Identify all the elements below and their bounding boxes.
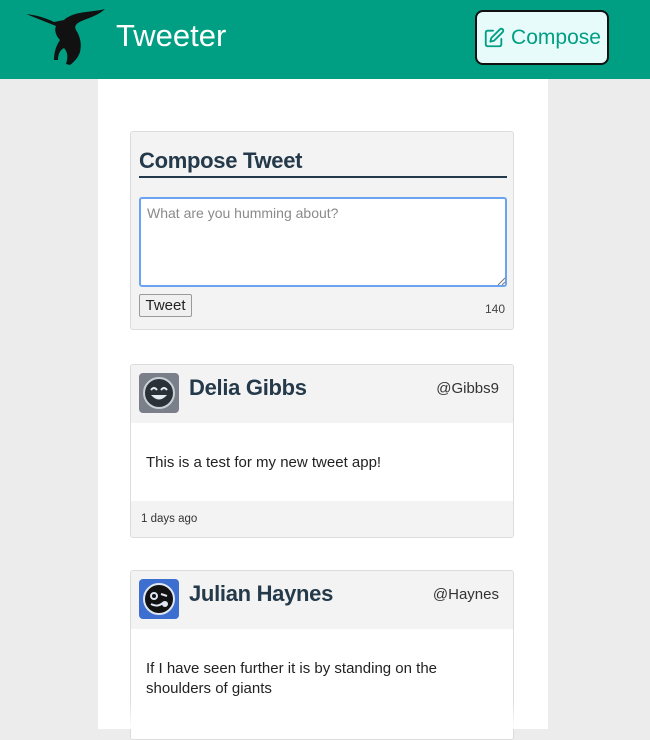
top-nav: Tweeter Compose	[0, 0, 650, 79]
tweet-author-name: Julian Haynes	[189, 581, 334, 606]
winking-face-avatar	[139, 579, 179, 619]
tweet-footer: 1 days ago	[131, 501, 513, 537]
tweet-text: If I have seen further it is by standing…	[146, 660, 438, 697]
compose-title: Compose Tweet	[139, 148, 507, 178]
resize-grip-icon[interactable]	[496, 276, 506, 286]
main-column: Compose Tweet Tweet 140 Delia Gibbs @Gib…	[98, 79, 548, 740]
tweet-header: Julian Haynes @Haynes	[131, 571, 513, 629]
compose-panel: Compose Tweet Tweet 140	[130, 131, 514, 330]
tweet-author-name: Delia Gibbs	[189, 375, 307, 400]
smiling-face-avatar	[139, 373, 179, 413]
character-counter: 140	[484, 302, 505, 316]
compose-button[interactable]: Compose	[475, 10, 609, 65]
tweet-card: Delia Gibbs @Gibbs9 This is a test for m…	[130, 364, 514, 538]
tweet-textarea[interactable]	[139, 197, 507, 287]
tweet-author-handle: @Haynes	[432, 586, 499, 603]
app-title: Tweeter	[116, 18, 227, 53]
tweet-text: This is a test for my new tweet app!	[146, 454, 382, 471]
hummingbird-icon[interactable]	[24, 6, 108, 66]
bottom-fade	[98, 700, 548, 729]
tweet-submit-button[interactable]: Tweet	[139, 294, 192, 317]
tweet-header: Delia Gibbs @Gibbs9	[131, 365, 513, 423]
tweet-author-handle: @Gibbs9	[436, 380, 499, 397]
edit-icon	[484, 27, 505, 47]
tweet-timestamp: 1 days ago	[141, 513, 198, 525]
compose-button-label: Compose	[511, 25, 601, 49]
